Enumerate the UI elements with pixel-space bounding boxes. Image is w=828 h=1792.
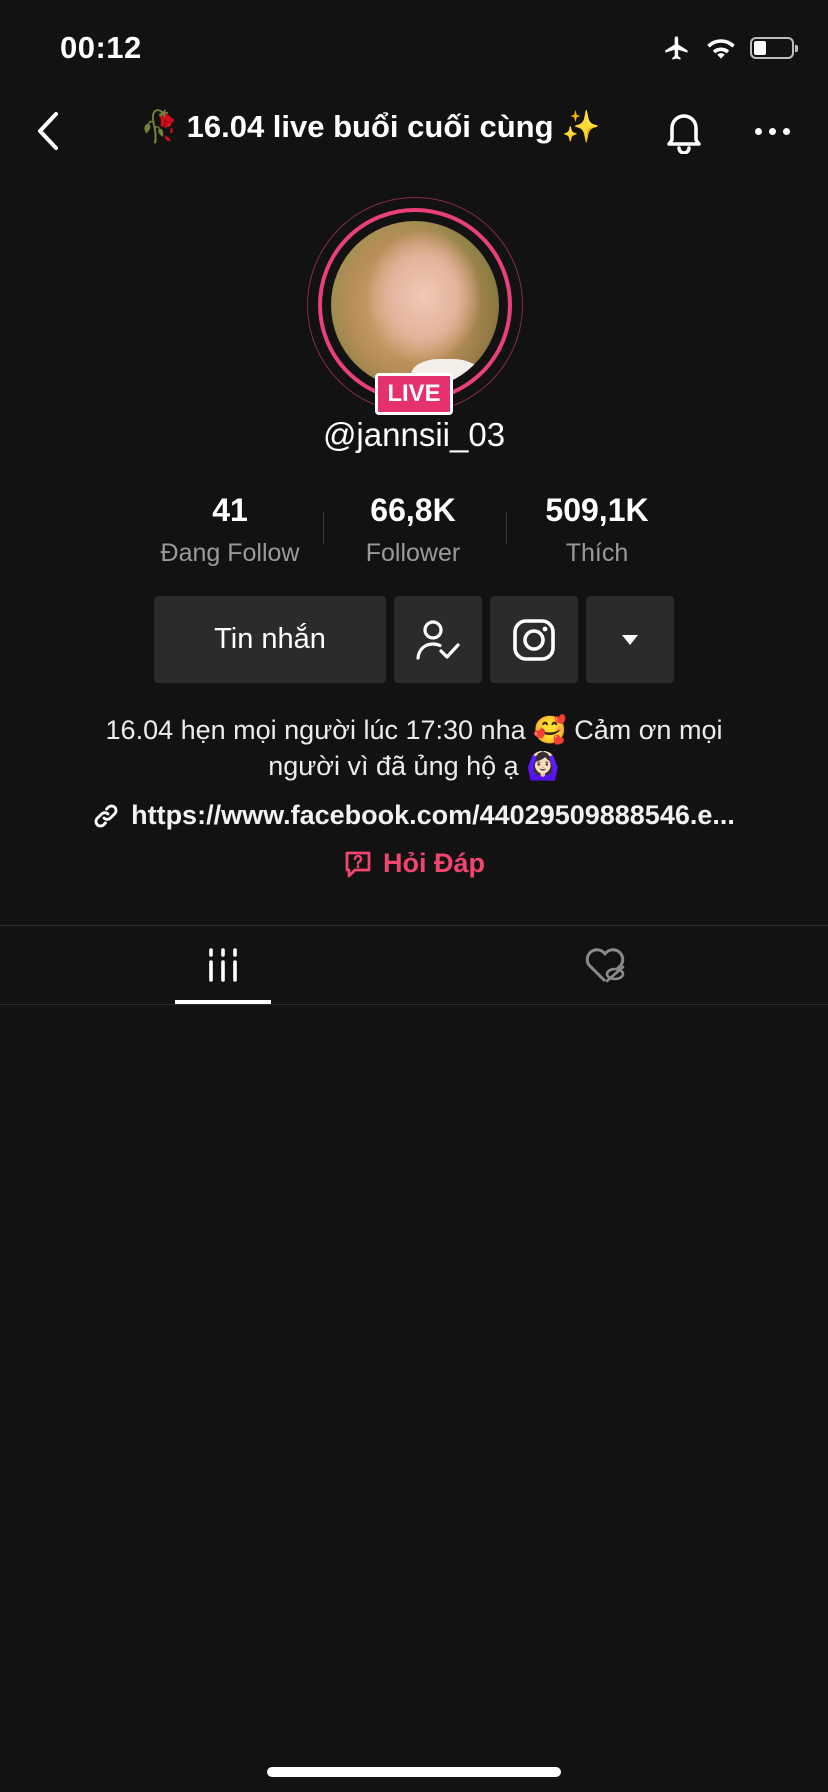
message-button[interactable]: Tin nhắn [154,596,386,683]
following-stat[interactable]: 41 Đang Follow [135,492,325,568]
bell-icon [667,114,701,154]
following-status-button[interactable] [394,596,482,683]
home-indicator[interactable] [267,1767,561,1777]
wilted-rose-emoji: 🥀 [140,109,179,144]
tab-liked-videos[interactable] [398,926,812,1004]
bio-line: người vì đã ủng hộ ạ 🙆🏻‍♀️ [268,751,560,781]
more-options-button[interactable] [746,116,798,146]
battery-icon [750,37,798,59]
profile-link-text: https://www.facebook.com/44029509888546.… [131,800,735,830]
status-time: 00:12 [60,30,142,65]
profile-title: 🥀 16.04 live buổi cuối cùng ✨ [140,108,650,145]
likes-count: 509,1K [545,492,649,528]
instagram-button[interactable] [490,596,578,683]
sparkles-emoji: ✨ [561,109,601,144]
chevron-left-icon [38,112,58,150]
qa-label: Hỏi Đáp [382,848,485,878]
wifi-icon [707,39,735,59]
question-bubble-icon [345,851,371,877]
back-button[interactable] [28,106,68,156]
suggested-accounts-button[interactable] [586,596,674,683]
following-label: Đang Follow [160,539,300,567]
bio-line: 16.04 hẹn mọi người lúc 17:30 nha 🥰 Cảm … [105,715,723,745]
likes-label: Thích [565,539,629,567]
live-badge[interactable]: LIVE [375,373,453,415]
airplane-icon [665,36,688,60]
user-check-icon [416,619,460,660]
likes-stat[interactable]: 509,1K Thích [502,492,692,568]
followers-count: 66,8K [370,492,456,528]
more-dot-icon [754,127,762,135]
bio: 16.04 hẹn mọi người lúc 17:30 nha 🥰 Cảm … [80,712,748,784]
caret-down-icon [622,634,638,645]
more-dot-icon [782,127,790,135]
profile-link[interactable]: https://www.facebook.com/44029509888546.… [0,800,828,831]
followers-stat[interactable]: 66,8K Follower [318,492,508,568]
qa-button[interactable]: Hỏi Đáp [0,848,828,879]
grid-icon [209,948,237,982]
avatar[interactable] [331,221,499,389]
followers-label: Follower [365,539,461,567]
profile-title-text: 16.04 live buổi cuối cùng [186,108,554,144]
notification-bell-button[interactable] [658,108,710,156]
status-icons [662,34,798,62]
link-icon [94,804,118,827]
username: @jannsii_03 [322,416,506,453]
following-count: 41 [212,492,248,528]
instagram-icon [513,618,555,661]
more-dot-icon [768,127,776,135]
hidden-likes-icon [585,948,625,983]
tab-divider [0,1004,828,1005]
tab-videos[interactable] [16,926,430,1004]
